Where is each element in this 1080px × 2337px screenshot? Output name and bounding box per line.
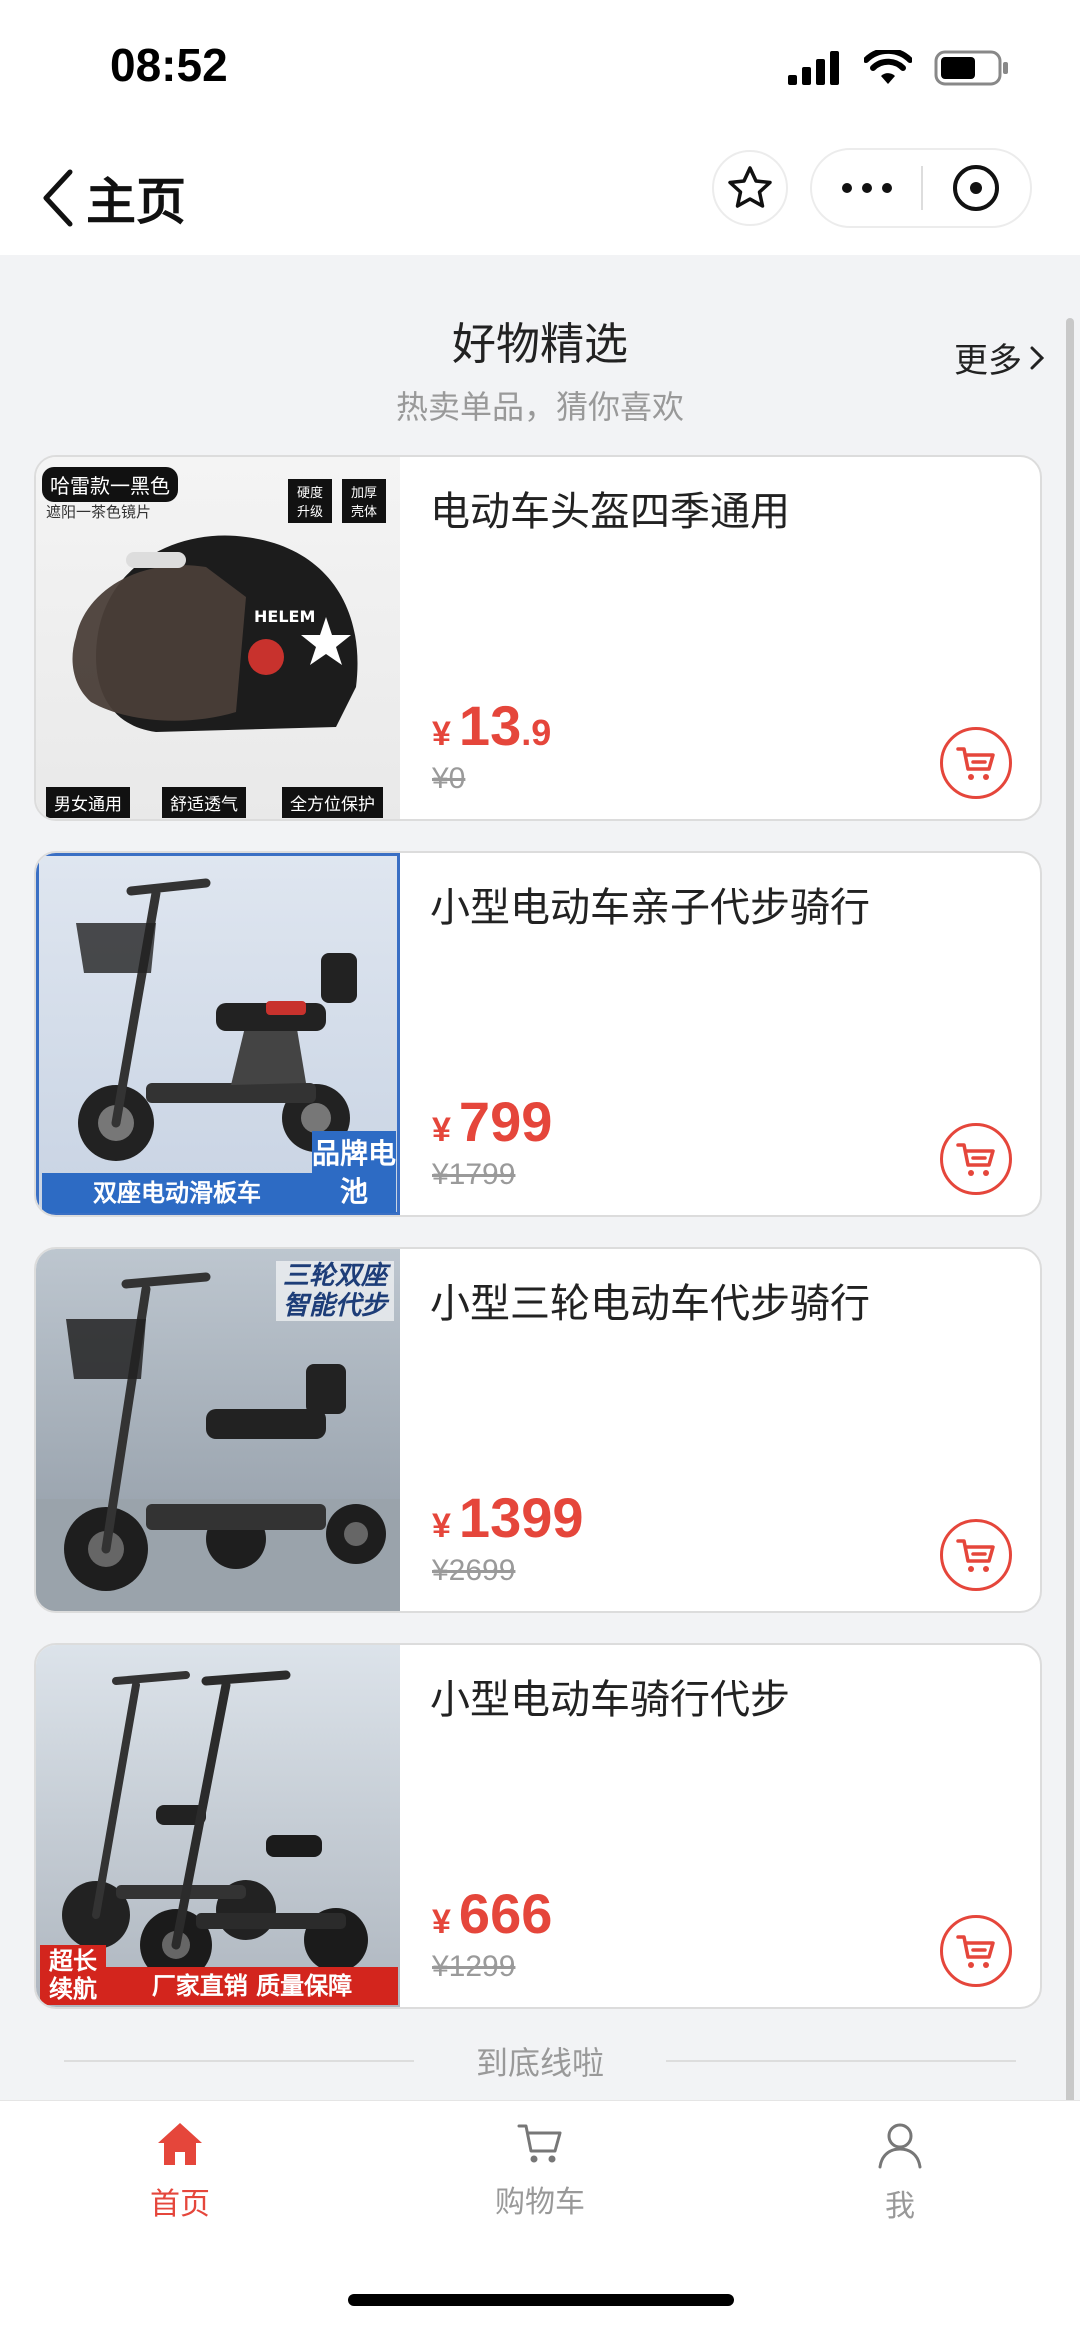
home-indicator <box>348 2294 734 2306</box>
original-price: ¥0 <box>432 762 466 795</box>
add-cart-icon <box>956 1935 995 1968</box>
product-name[interactable]: 小型电动车亲子代步骑行 <box>430 875 870 933</box>
product-name[interactable]: 电动车头盔四季通用 <box>430 479 790 537</box>
add-to-cart-button[interactable] <box>940 727 1012 799</box>
mini-program-capsule <box>810 148 1032 228</box>
image-tag: 哈雷款一黑色 <box>42 467 178 502</box>
product-price: ¥ 13 .9 <box>432 694 552 757</box>
add-to-cart-button[interactable] <box>940 1123 1012 1195</box>
nav-bar: 主页 <box>0 140 1080 255</box>
product-image-scooter[interactable]: 双座电动滑板车 品牌电池 <box>36 853 400 1215</box>
more-dots-icon <box>841 183 892 193</box>
product-price: ¥ 1399 <box>432 1486 584 1549</box>
status-icons <box>788 50 1010 86</box>
product-image-tricycle[interactable]: 三轮双座智能代步 <box>36 1249 400 1611</box>
chevron-right-icon <box>1030 346 1044 369</box>
close-circle-icon <box>953 165 1000 211</box>
image-badge: 硬度升级 <box>288 479 332 523</box>
product-image-scooters[interactable]: 超长续航 厂家直销 质量保障 <box>36 1645 400 2007</box>
image-corner-tag: 品牌电池 <box>312 1131 396 1213</box>
product-card[interactable]: 超长续航 厂家直销 质量保障 小型电动车骑行代步 ¥ 666 ¥1299 <box>34 1643 1042 2009</box>
add-to-cart-button[interactable] <box>940 1915 1012 1987</box>
tab-label: 购物车 <box>495 2185 585 2220</box>
add-cart-icon <box>956 747 995 780</box>
product-price: ¥ 666 <box>432 1882 553 1945</box>
user-icon <box>878 2123 922 2169</box>
add-cart-icon <box>956 1539 995 1572</box>
add-cart-icon <box>956 1143 995 1176</box>
product-name[interactable]: 小型三轮电动车代步骑行 <box>430 1271 870 1329</box>
tab-label: 首页 <box>150 2187 210 2222</box>
favorite-button[interactable] <box>712 150 788 226</box>
more-link-label: 更多 <box>954 341 1022 381</box>
product-card[interactable]: 三轮双座智能代步 小型三轮电动车代步骑行 ¥ 1399 ¥2699 <box>34 1247 1042 1613</box>
tab-home[interactable]: 首页 <box>70 2121 290 2223</box>
tab-cart[interactable]: 购物车 <box>430 2121 650 2221</box>
close-button[interactable] <box>923 163 1030 213</box>
status-time: 08:52 <box>110 39 228 91</box>
home-icon <box>158 2123 202 2165</box>
image-tag: 舒适透气 <box>162 787 246 818</box>
add-to-cart-button[interactable] <box>940 1519 1012 1591</box>
tab-me[interactable]: 我 <box>790 2121 1010 2225</box>
battery-icon <box>934 50 1008 86</box>
more-options-button[interactable] <box>812 182 921 194</box>
tab-label: 我 <box>885 2189 915 2224</box>
product-price: ¥ 799 <box>432 1090 553 1153</box>
product-image-helmet[interactable]: 哈雷款一黑色 遮阳一茶色镜片 硬度升级 加厚壳体 HELEM 男女通用 舒适透气… <box>36 457 400 819</box>
product-card[interactable]: 哈雷款一黑色 遮阳一茶色镜片 硬度升级 加厚壳体 HELEM 男女通用 舒适透气… <box>34 455 1042 821</box>
image-tag: 男女通用 <box>46 787 130 818</box>
image-subtag: 遮阳一茶色镜片 <box>46 503 152 521</box>
image-tag: 双座电动滑板车 <box>42 1173 312 1213</box>
status-bar: 08:52 <box>0 0 1080 140</box>
scrollbar[interactable] <box>1066 318 1074 2178</box>
product-card[interactable]: 双座电动滑板车 品牌电池 小型电动车亲子代步骑行 ¥ 799 ¥1799 <box>34 851 1042 1217</box>
page-title: 主页 <box>86 173 186 231</box>
image-tag: 厂家直销 质量保障 <box>106 1967 398 2005</box>
image-badge: 加厚壳体 <box>342 479 386 523</box>
back-button[interactable]: 主页 <box>40 162 186 234</box>
original-price: ¥2699 <box>432 1554 516 1587</box>
image-brand: HELEM <box>254 607 316 626</box>
product-name[interactable]: 小型电动车骑行代步 <box>430 1667 790 1725</box>
image-tag: 三轮双座智能代步 <box>276 1261 394 1321</box>
more-link[interactable]: 更多 <box>954 333 1044 382</box>
image-tag: 全方位保护 <box>282 787 383 818</box>
signal-icon <box>788 51 839 85</box>
original-price: ¥1299 <box>432 1950 516 1983</box>
chevron-left-icon <box>43 169 73 227</box>
end-of-list-text: 到底线啦 <box>475 2044 604 2082</box>
wifi-icon <box>864 50 912 84</box>
section-subtitle: 热卖单品，猜你喜欢 <box>395 388 684 426</box>
image-corner-tag: 超长续航 <box>40 1945 106 2005</box>
star-icon <box>728 166 772 208</box>
cart-icon <box>517 2124 562 2163</box>
section-title: 好物精选 <box>452 319 628 370</box>
original-price: ¥1799 <box>432 1158 516 1191</box>
